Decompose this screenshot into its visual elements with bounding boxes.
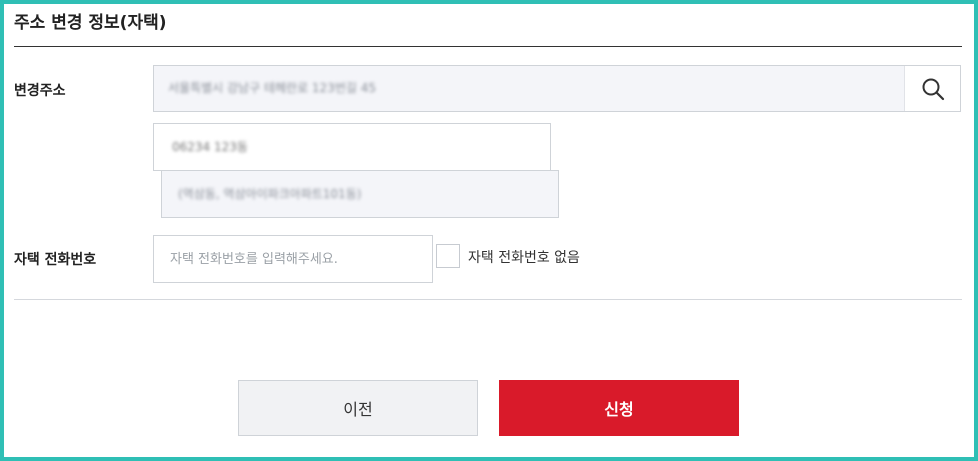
no-phone-label[interactable]: 자택 전화번호 없음 <box>468 247 580 267</box>
title-divider <box>14 46 962 47</box>
prev-button[interactable]: 이전 <box>238 380 478 436</box>
address-main-value: 서울특별시 강남구 테헤란로 123번길 45 <box>168 81 376 95</box>
phone-label: 자택 전화번호 <box>14 252 97 268</box>
address-zip-field[interactable]: 06234 123동 <box>153 123 551 171</box>
no-phone-checkbox[interactable] <box>436 244 460 268</box>
home-phone-input[interactable] <box>153 235 433 283</box>
form-frame: 주소 변경 정보(자택) 변경주소 서울특별시 강남구 테헤란로 123번길 4… <box>0 0 978 461</box>
section-title: 주소 변경 정보(자택) <box>14 13 167 33</box>
search-icon <box>922 78 945 101</box>
apply-button[interactable]: 신청 <box>499 380 739 436</box>
form-divider <box>14 299 962 300</box>
address-detail-value: (역삼동, 역삼아이파크아파트101동) <box>178 187 362 201</box>
address-zip-value: 06234 123동 <box>172 140 248 154</box>
address-search-button[interactable] <box>904 66 960 111</box>
address-search-field[interactable]: 서울특별시 강남구 테헤란로 123번길 45 <box>153 65 961 112</box>
address-label: 변경주소 <box>14 83 66 99</box>
address-detail-field[interactable]: (역삼동, 역삼아이파크아파트101동) <box>161 170 559 218</box>
